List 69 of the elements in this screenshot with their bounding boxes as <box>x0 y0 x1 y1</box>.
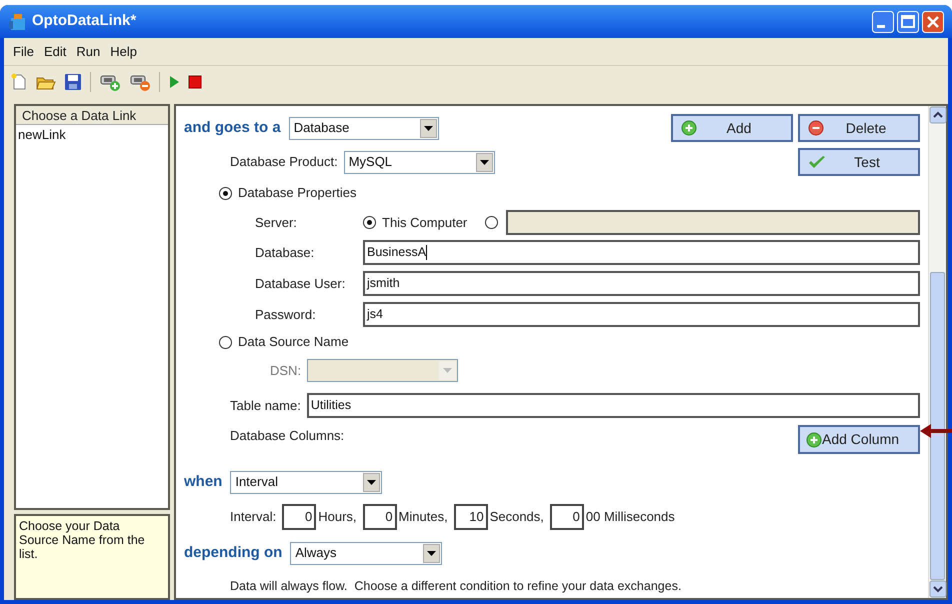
radio-button[interactable] <box>219 186 232 200</box>
menu-item[interactable]: Run <box>71 42 106 62</box>
window-title: OptoDataLink* <box>32 11 136 32</box>
field-label: Table name: <box>230 396 301 415</box>
field-label: DSN: <box>270 362 302 380</box>
dropdown-arrow-icon <box>443 368 452 373</box>
dropdown[interactable]: Always <box>290 542 442 564</box>
dropdown-arrow-icon <box>424 126 433 130</box>
field-label: Database Columns: <box>230 427 344 445</box>
dropdown[interactable]: MySQL <box>344 150 495 174</box>
unit-label: Minutes, <box>398 508 448 526</box>
dropdown-arrow-icon <box>427 550 436 556</box>
checkmark-icon <box>808 155 826 169</box>
list-header: Choose a Data Link <box>16 106 168 125</box>
save-icon[interactable] <box>64 73 82 91</box>
section-heading: depending on <box>184 542 282 563</box>
input-field[interactable]: Utilities <box>306 393 920 418</box>
input-field[interactable]: jsmith <box>363 271 920 296</box>
maximize-icon[interactable] <box>897 10 919 32</box>
menu-item[interactable]: File <box>8 42 39 62</box>
button[interactable]: Delete <box>798 114 920 142</box>
input-field[interactable]: js4 <box>363 302 920 327</box>
plus-icon <box>806 432 822 448</box>
section-heading: and goes to a <box>184 118 281 138</box>
close-icon[interactable] <box>922 10 944 32</box>
radio-button[interactable] <box>485 216 498 229</box>
scroll-down-icon[interactable] <box>929 580 947 598</box>
radio-button[interactable] <box>219 336 232 348</box>
dropdown-arrow-icon <box>480 160 489 164</box>
field-label: Data Source Name <box>238 333 349 352</box>
minus-icon <box>808 120 824 136</box>
play-icon[interactable] <box>168 75 180 89</box>
list-item[interactable]: newLink <box>16 125 168 144</box>
description-text: Data will always flow. Choose a different condition to refine your data exchanges. <box>230 578 682 595</box>
unit-label: Hours, <box>318 508 357 526</box>
minimize-icon[interactable] <box>872 10 894 32</box>
scroll-up-icon[interactable] <box>929 106 947 124</box>
field-label: This Computer <box>382 214 468 232</box>
unit-label: 00 Milliseconds <box>586 508 675 526</box>
input-field[interactable]: 10 <box>454 504 488 530</box>
dropdown-arrow-icon <box>367 480 376 484</box>
button[interactable]: Test <box>798 148 920 176</box>
field-label: Database Properties <box>238 184 357 202</box>
section-heading: when <box>184 472 222 492</box>
add-column-button[interactable]: Add Column <box>798 425 920 454</box>
plus-icon <box>681 120 697 136</box>
input-field[interactable]: 0 <box>362 504 397 530</box>
input-field[interactable]: BusinessA <box>363 240 920 265</box>
menu-item[interactable]: Help <box>105 42 142 62</box>
menu-item[interactable]: Edit <box>38 42 72 62</box>
field-label: Database User: <box>255 274 346 293</box>
field-label: Interval: <box>230 508 276 526</box>
field-label: Password: <box>255 306 317 324</box>
dropdown[interactable]: Interval <box>230 470 382 494</box>
scrollbar-thumb[interactable] <box>930 272 945 580</box>
input-field[interactable]: 0 <box>282 504 316 530</box>
hint-panel: Choose your Data Source Name from the list. <box>14 514 170 600</box>
stop-icon[interactable] <box>188 75 202 89</box>
input-field[interactable]: 0 <box>550 504 584 530</box>
field-label: Server: <box>255 214 298 232</box>
app-icon <box>8 12 28 32</box>
field-label: Database Product: <box>230 153 338 172</box>
pointer-arrow <box>920 424 952 438</box>
dropdown[interactable]: Database <box>288 116 439 140</box>
field-label: Database: <box>255 244 316 262</box>
button[interactable]: Add <box>671 114 793 142</box>
new-file-icon[interactable] <box>10 73 28 91</box>
unit-label: Seconds, <box>490 508 544 526</box>
radio-button[interactable] <box>363 216 376 229</box>
